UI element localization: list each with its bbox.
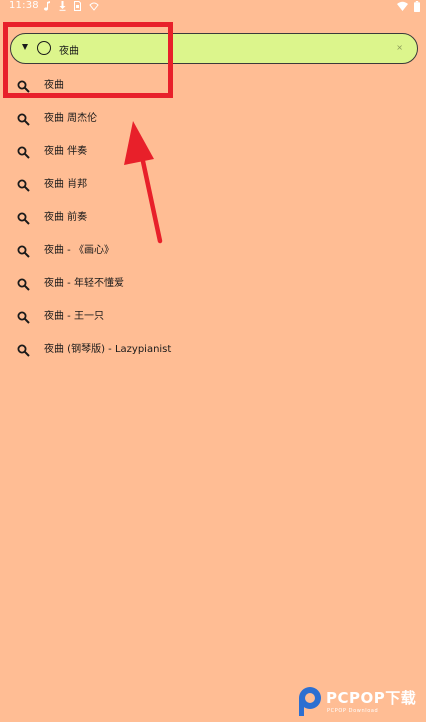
battery-icon [414,0,420,12]
suggestion-item[interactable]: 夜曲 肖邦 [0,169,426,202]
sim-icon [74,1,81,11]
status-time: 11:38 [9,0,39,11]
suggestion-label: 夜曲 前奏 [44,212,88,223]
suggestion-label: 夜曲 - 年轻不懂爱 [44,278,124,289]
pcpop-logo-icon [299,687,321,716]
search-icon [17,311,30,324]
suggestion-item[interactable]: 夜曲 - 王一只 [0,301,426,334]
suggestion-label: 夜曲 肖邦 [44,179,88,190]
music-note-icon [44,1,50,11]
search-icon [17,113,30,126]
status-icons-right [397,0,420,12]
highlight-box [3,22,173,98]
suggestion-item[interactable]: 夜曲 - 年轻不懂爱 [0,268,426,301]
watermark-text: PCPOP下载 [326,689,417,707]
search-icon [17,146,30,159]
suggestion-item[interactable]: 夜曲 - 《画心》 [0,235,426,268]
search-icon [17,212,30,225]
wifi-icon [397,1,408,11]
vpn-icon [89,2,99,11]
search-icon [17,245,30,258]
suggestion-item[interactable]: 夜曲 伴奏 [0,136,426,169]
suggestion-item[interactable]: 夜曲 (钢琴版) - Lazypianist [0,334,426,367]
suggestion-label: 夜曲 - 《画心》 [44,245,114,256]
clear-icon[interactable]: × [396,43,403,53]
suggestion-label: 夜曲 - 王一只 [44,311,104,322]
suggestion-label: 夜曲 伴奏 [44,146,88,157]
suggestion-label: 夜曲 (钢琴版) - Lazypianist [44,344,172,355]
suggestion-label: 夜曲 周杰伦 [44,113,98,124]
download-icon [59,1,66,11]
search-icon [17,344,30,357]
suggestion-list: 夜曲 夜曲 周杰伦 夜曲 伴奏 夜曲 肖邦 夜曲 前奏 夜曲 - 《画心》 夜曲… [0,70,426,367]
suggestion-item[interactable]: 夜曲 前奏 [0,202,426,235]
status-icons-left [44,0,99,12]
status-bar: 11:38 [0,0,426,14]
watermark-subtext: PCPOP Download [327,708,379,714]
suggestion-item[interactable]: 夜曲 周杰伦 [0,103,426,136]
search-icon [17,179,30,192]
search-icon [17,278,30,291]
watermark: PCPOP下载 PCPOP Download [296,684,424,718]
